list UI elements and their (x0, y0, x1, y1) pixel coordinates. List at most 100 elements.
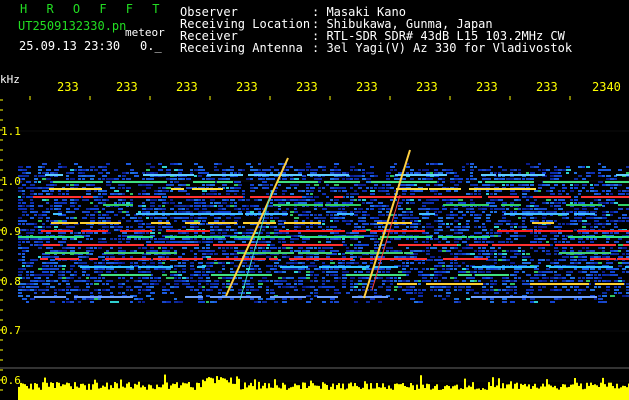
noise-pixel (554, 208, 557, 210)
noise-pixel (78, 289, 81, 291)
power-bar (132, 388, 134, 400)
x-tick-label: 233 (356, 80, 378, 94)
noise-pixel (214, 238, 218, 240)
power-bar (548, 384, 550, 400)
noise-pixel (190, 280, 194, 282)
noise-pixel (198, 166, 203, 168)
signal-segment (41, 230, 73, 232)
noise-pixel (458, 271, 462, 273)
noise-pixel (106, 271, 111, 273)
noise-pixel (526, 283, 530, 285)
noise-pixel (358, 250, 362, 252)
power-bar (446, 385, 448, 400)
noise-pixel (542, 226, 547, 228)
noise-pixel (322, 271, 325, 273)
signal-segment (605, 181, 629, 183)
noise-pixel (546, 259, 550, 261)
noise-pixel (362, 217, 366, 219)
noise-pixel (94, 232, 98, 234)
noise-pixel (106, 214, 109, 216)
noise-pixel (178, 271, 181, 273)
noise-pixel (590, 262, 594, 264)
noise-pixel (138, 289, 141, 291)
noise-pixel (166, 241, 170, 243)
noise-pixel (154, 172, 158, 174)
noise-pixel (326, 271, 330, 273)
noise-pixel (110, 280, 113, 282)
signal-segment (81, 230, 108, 232)
noise-pixel (170, 247, 173, 249)
noise-pixel (466, 211, 469, 213)
noise-pixel (414, 280, 418, 282)
noise-pixel (298, 250, 301, 252)
noise-pixel (18, 295, 23, 297)
noise-pixel (326, 268, 329, 270)
signal-segment (404, 252, 413, 254)
noise-pixel (554, 172, 558, 174)
noise-pixel (598, 199, 601, 201)
noise-pixel (510, 184, 514, 186)
noise-pixel (18, 253, 21, 255)
signal-segment (120, 230, 152, 232)
signal-segment (581, 196, 629, 198)
signal-segment (146, 252, 177, 254)
noise-pixel (474, 238, 477, 240)
noise-pixel (150, 238, 153, 240)
noise-pixel (202, 205, 206, 207)
noise-pixel (322, 277, 325, 279)
noise-pixel (50, 190, 54, 192)
noise-pixel (494, 280, 497, 282)
noise-pixel (382, 205, 386, 207)
noise-pixel (46, 199, 49, 201)
noise-pixel (434, 199, 439, 201)
noise-pixel (414, 238, 417, 240)
noise-pixel (514, 277, 517, 279)
noise-pixel (174, 220, 177, 222)
power-bar (124, 387, 126, 400)
signal-segment (270, 296, 306, 298)
noise-pixel (426, 280, 431, 282)
noise-pixel (254, 172, 258, 174)
noise-pixel (398, 271, 402, 273)
noise-pixel (550, 205, 553, 207)
noise-pixel (182, 217, 186, 219)
noise-pixel (50, 268, 54, 270)
noise-pixel (458, 178, 463, 180)
power-bar (304, 382, 306, 400)
noise-pixel (330, 271, 334, 273)
noise-pixel (134, 250, 137, 252)
noise-pixel (202, 190, 207, 192)
noise-pixel (502, 169, 507, 171)
noise-pixel (554, 280, 557, 282)
noise-pixel (158, 193, 162, 195)
noise-pixel (26, 214, 29, 216)
noise-pixel (266, 184, 269, 186)
noise-pixel (346, 193, 349, 195)
signal-segment (280, 266, 308, 268)
noise-pixel (258, 184, 262, 186)
noise-pixel (578, 175, 582, 177)
noise-pixel (194, 163, 198, 165)
noise-pixel (146, 250, 150, 252)
power-bar (64, 384, 66, 400)
noise-pixel (562, 250, 566, 252)
noise-pixel (190, 250, 193, 252)
x-tick-label: 233 (116, 80, 138, 94)
noise-pixel (30, 289, 34, 291)
noise-pixel (434, 289, 437, 291)
noise-pixel (574, 187, 578, 189)
noise-pixel (50, 205, 53, 207)
noise-pixel (310, 193, 313, 195)
power-bar (506, 384, 508, 400)
noise-pixel (26, 241, 30, 243)
noise-pixel (146, 295, 151, 297)
noise-pixel (358, 211, 361, 213)
power-bar (170, 385, 172, 400)
noise-pixel (470, 202, 475, 204)
noise-pixel (554, 169, 558, 171)
noise-pixel (158, 238, 162, 240)
noise-pixel (214, 193, 217, 195)
noise-pixel (202, 238, 205, 240)
noise-pixel (270, 265, 273, 267)
signal-segment (277, 181, 318, 183)
